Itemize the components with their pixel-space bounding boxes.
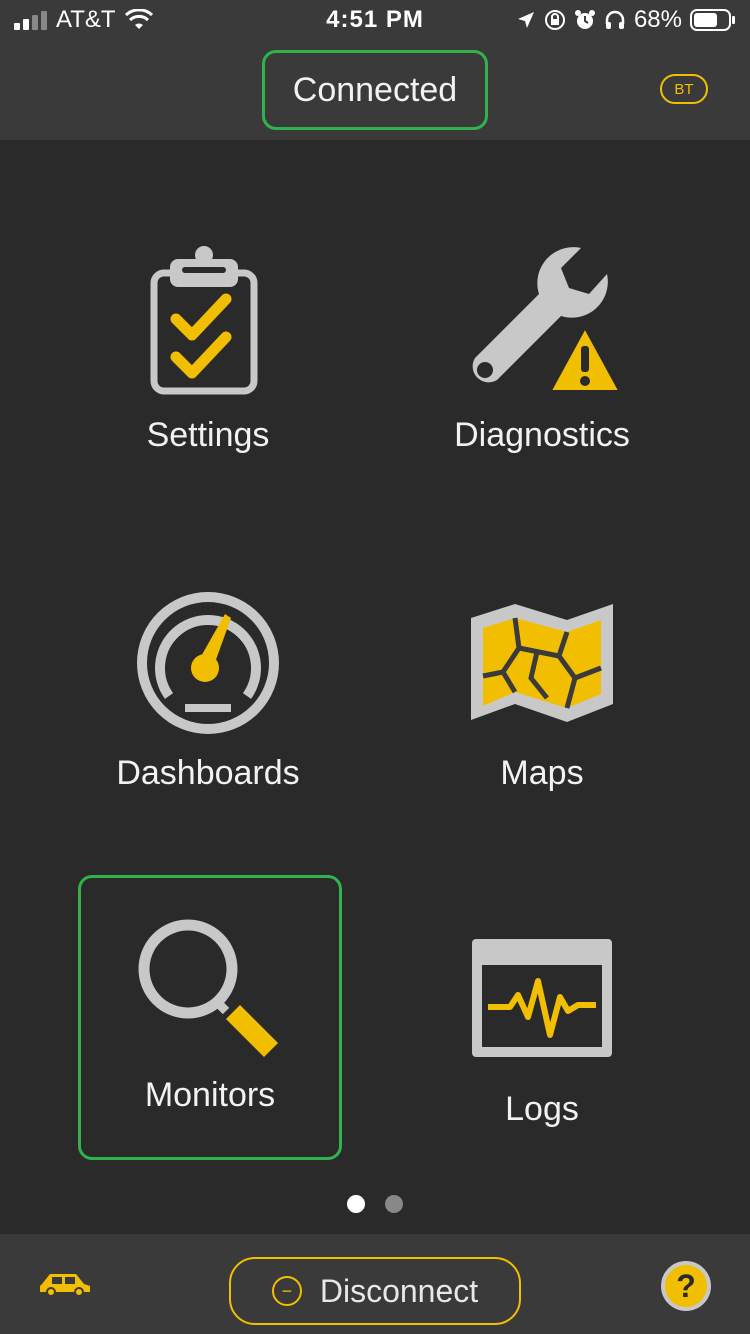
battery-icon bbox=[690, 9, 735, 31]
map-icon bbox=[442, 578, 642, 748]
waveform-window-icon bbox=[442, 914, 642, 1084]
wrench-warning-icon bbox=[442, 240, 642, 410]
car-icon[interactable] bbox=[38, 1270, 92, 1298]
page-dot-1[interactable] bbox=[347, 1195, 365, 1213]
bottom-bar: − Disconnect ? bbox=[0, 1234, 750, 1334]
tile-diagnostics[interactable]: Diagnostics bbox=[410, 240, 674, 522]
tile-label: Monitors bbox=[144, 1076, 276, 1114]
header-bar: Connected BT bbox=[0, 40, 750, 140]
tile-logs[interactable]: Logs bbox=[410, 914, 674, 1196]
minus-circle-icon: − bbox=[271, 1276, 302, 1306]
page-indicator bbox=[0, 1195, 750, 1213]
tile-label: Maps bbox=[500, 754, 584, 792]
rotation-lock-icon bbox=[544, 10, 565, 30]
tile-settings[interactable]: Settings bbox=[76, 240, 340, 522]
status-right: 68% bbox=[516, 6, 736, 34]
tile-label: Settings bbox=[146, 416, 270, 454]
tile-label: Diagnostics bbox=[454, 416, 630, 454]
bt-badge[interactable]: BT bbox=[660, 74, 708, 104]
tile-dashboards[interactable]: Dashboards bbox=[76, 578, 340, 860]
help-icon[interactable]: ? bbox=[660, 1260, 712, 1312]
battery-percent: 68% bbox=[633, 6, 682, 33]
status-bar: AT&T 4:51 PM 68% bbox=[0, 0, 750, 40]
tile-monitors[interactable]: Monitors bbox=[78, 875, 342, 1160]
tile-label: Logs bbox=[505, 1090, 579, 1128]
location-arrow-icon bbox=[517, 12, 534, 28]
svg-text:?: ? bbox=[676, 1268, 696, 1304]
tile-maps[interactable]: Maps bbox=[410, 578, 674, 860]
disconnect-button[interactable]: − Disconnect bbox=[229, 1257, 521, 1325]
gauge-icon bbox=[108, 578, 308, 748]
magnifier-icon bbox=[110, 906, 310, 1076]
headphones-icon bbox=[605, 10, 625, 29]
alarm-icon bbox=[574, 10, 595, 29]
connection-status[interactable]: Connected bbox=[262, 50, 488, 130]
clipboard-check-icon bbox=[108, 240, 308, 410]
disconnect-label: Disconnect bbox=[319, 1272, 479, 1309]
tile-label: Dashboards bbox=[116, 754, 300, 792]
page-dot-2[interactable] bbox=[385, 1195, 403, 1213]
